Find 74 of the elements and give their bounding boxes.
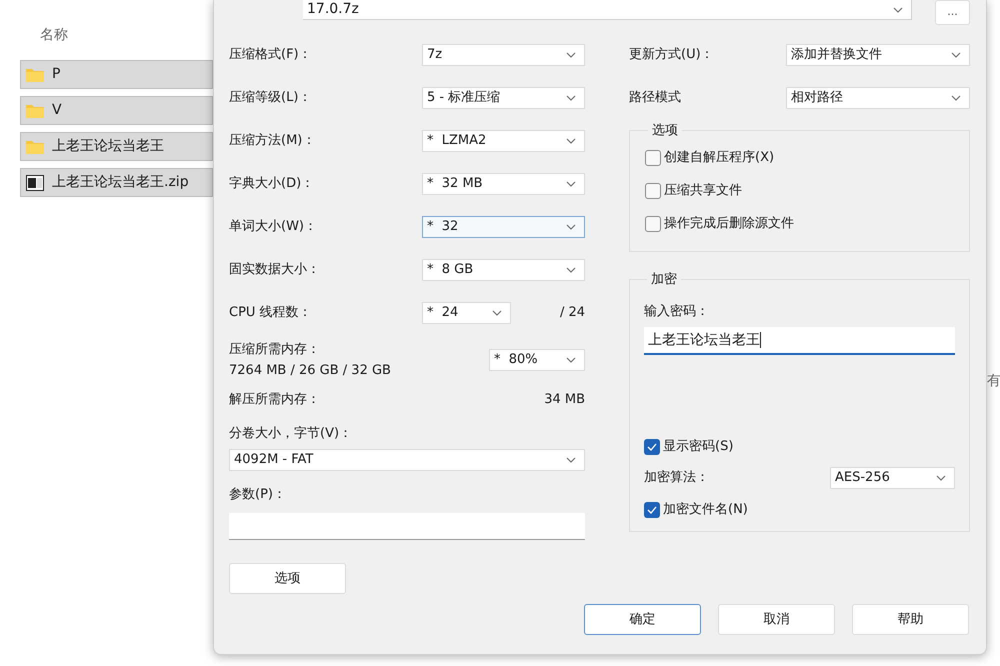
group-title: 加密 — [650, 271, 678, 289]
file-item[interactable]: 上老王论坛当老王 — [20, 132, 213, 161]
dropdown[interactable]: 7z — [422, 44, 585, 66]
chevron-down-icon — [566, 266, 576, 272]
field-label: 分卷大小，字节(V)： — [229, 425, 352, 444]
dropdown[interactable]: * 24 — [422, 302, 511, 324]
column-header[interactable]: 名称 — [20, 25, 213, 47]
dropdown[interactable]: 5 - 标准压缩 — [422, 86, 585, 108]
options-button[interactable]: 选项 — [229, 563, 346, 594]
chevron-down-icon — [951, 94, 961, 100]
file-item[interactable]: 上老王论坛当老王.zip — [20, 168, 213, 197]
chevron-down-icon — [566, 52, 576, 58]
folder-icon — [26, 104, 44, 118]
chevron-down-icon — [936, 475, 946, 481]
field-label: 路径模式 — [629, 88, 681, 107]
dropdown[interactable]: 添加并替换文件 — [786, 44, 970, 66]
memory-reading: 7264 MB / 26 GB / 32 GB — [229, 362, 391, 380]
checkbox[interactable] — [645, 150, 661, 166]
dropdown[interactable]: * LZMA2 — [422, 130, 585, 152]
checkbox-label: 加密文件名(N) — [663, 501, 748, 520]
field-label: 压缩格式(F)： — [229, 46, 312, 64]
parameters-field[interactable] — [229, 513, 585, 540]
checkbox[interactable] — [645, 216, 661, 232]
checkbox-label: 创建自解压程序(X) — [664, 148, 774, 167]
field-label: 加密算法： — [644, 469, 709, 488]
chevron-down-icon — [951, 52, 961, 58]
dialog-button[interactable]: 取消 — [718, 604, 835, 635]
checkbox[interactable] — [644, 439, 660, 455]
field-label: 参数(P)： — [229, 486, 286, 504]
folder-icon — [26, 68, 44, 82]
field-label: 更新方式(U)： — [629, 46, 714, 64]
field-label: 字典大小(D)： — [229, 174, 314, 193]
field-label: 压缩所需内存： — [229, 340, 321, 358]
checkmark-icon — [647, 443, 657, 451]
chevron-down-icon — [566, 357, 576, 363]
group-title: 选项 — [651, 122, 679, 140]
file-item[interactable]: P — [20, 60, 213, 89]
dialog-button[interactable]: 帮助 — [852, 604, 969, 635]
field-label: 单词大小(W)： — [229, 218, 317, 236]
chevron-down-icon — [893, 6, 903, 12]
memory-reading: 34 MB — [544, 391, 585, 410]
archive-icon — [26, 174, 44, 190]
chevron-down-icon — [492, 310, 502, 316]
dropdown[interactable]: AES-256 — [830, 467, 955, 489]
checkbox[interactable] — [645, 182, 661, 198]
dropdown[interactable]: * 32 — [422, 216, 585, 238]
chevron-down-icon — [566, 224, 576, 230]
field-label: 输入密码： — [644, 304, 709, 318]
checkmark-icon — [647, 506, 657, 514]
checkbox-label: 显示密码(S) — [663, 438, 734, 456]
checkbox-label: 操作完成后删除源文件 — [664, 214, 794, 233]
archive-name-field[interactable]: 17.0.7z — [303, 0, 912, 20]
browse-button[interactable]: ... — [935, 0, 970, 25]
chevron-down-icon — [566, 180, 576, 186]
thread-max: / 24 — [560, 304, 585, 322]
chevron-down-icon — [566, 94, 576, 100]
field-label: 压缩方法(M)： — [229, 132, 316, 150]
chevron-down-icon — [566, 457, 576, 463]
dropdown[interactable]: 4092M - FAT — [229, 449, 585, 471]
field-label: 固实数据大小： — [229, 260, 320, 279]
dropdown[interactable]: * 8 GB — [422, 258, 585, 280]
checkbox-label: 压缩共享文件 — [664, 182, 742, 200]
folder-icon — [26, 140, 44, 154]
dropdown[interactable]: * 32 MB — [422, 172, 585, 194]
field-label: CPU 线程数： — [229, 304, 313, 322]
dropdown[interactable]: * 80% — [489, 349, 585, 371]
checkbox[interactable] — [644, 502, 660, 518]
chevron-down-icon — [566, 138, 576, 144]
dropdown[interactable]: 相对路径 — [786, 86, 970, 108]
file-item[interactable]: V — [20, 96, 213, 125]
field-label: 压缩等级(L)： — [229, 88, 312, 107]
dialog-button[interactable]: 确定 — [584, 604, 701, 635]
field-label: 解压所需内存： — [229, 391, 320, 410]
password-field[interactable]: 上老王论坛当老王 — [644, 327, 955, 355]
